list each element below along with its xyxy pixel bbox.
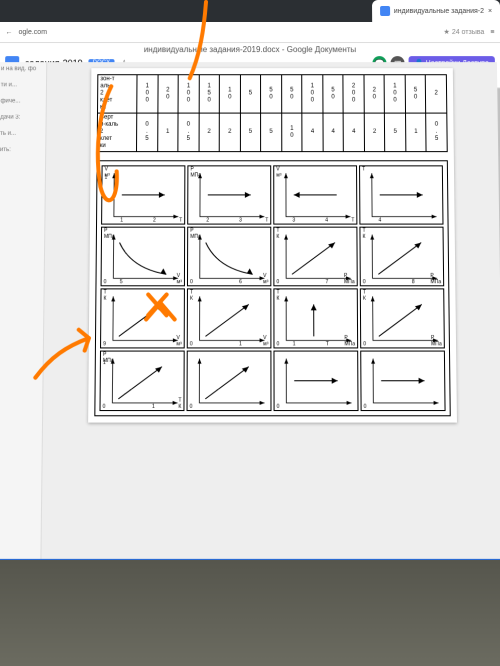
screen: индивидуальные задания-2 × ← ogle.com ★2…: [0, 0, 500, 578]
plot-cell: V м³T112: [101, 165, 185, 224]
url-fragment[interactable]: ogle.com: [19, 29, 438, 36]
plot-cell: T КP МПа07: [273, 227, 357, 287]
outline-item[interactable]: ить:: [0, 147, 43, 153]
plot-cell: V м³T34: [273, 165, 357, 224]
plot-cell: P МПаT23: [187, 165, 271, 224]
plot-cell: P МПаT К101: [99, 351, 184, 412]
plot-cell: P МПаV м³06: [187, 227, 271, 287]
browser-tabstrip: индивидуальные задания-2 ×: [0, 0, 500, 22]
row-label: Верт и-каль 2 клет ки: [97, 113, 137, 152]
plot-cell: P МПаV м³05: [101, 227, 186, 287]
plot-cell: T КP МПа0: [360, 288, 445, 348]
row-label: зон-т аль 2 клет ки: [98, 75, 138, 113]
plot-cell: 0: [187, 351, 272, 412]
plot-cell: T КV м³9: [100, 288, 185, 348]
plot-cell: 0: [273, 351, 358, 412]
table-row: Верт и-каль 2 клет ки 0 . 51 0 . 52 25 5…: [97, 113, 447, 152]
plot-cell: T4: [359, 165, 443, 224]
page: зон-т аль 2 клет ки 1 0 02 0 1 0 01 5 0 …: [88, 68, 457, 422]
close-icon[interactable]: ×: [488, 7, 492, 14]
star-icon: ★: [443, 28, 449, 36]
plot-cell: T КV м³01: [187, 288, 272, 348]
reviews-badge[interactable]: ★24 отзыва: [443, 28, 484, 36]
outline-item[interactable]: ти и...: [1, 82, 44, 88]
outline-item[interactable]: фиче...: [0, 98, 43, 104]
back-icon[interactable]: ←: [5, 29, 12, 36]
data-table: зон-т аль 2 клет ки 1 0 02 0 1 0 01 5 0 …: [97, 74, 448, 152]
plot-cell: 0: [360, 351, 445, 412]
google-docs-favicon: [380, 6, 390, 16]
menu-icon[interactable]: ≡: [490, 29, 494, 36]
physical-desk: [0, 560, 500, 666]
outline-panel: и на вид. фо ти и... фиче... дачи 3: ть …: [0, 62, 47, 559]
outline-item[interactable]: и на вид. фо: [1, 66, 44, 72]
plot-cell: T КP МПа01T: [273, 288, 358, 348]
table-row: зон-т аль 2 клет ки 1 0 02 0 1 0 01 5 0 …: [98, 75, 447, 113]
tab-title: индивидуальные задания-2: [394, 7, 484, 14]
window-title: индивидуальные задания-2019.docx - Googl…: [0, 43, 500, 54]
plot-grid: V м³T112P МПаT23V м³T34T4P МПаV м³05P МП…: [94, 160, 450, 416]
browser-tab-active[interactable]: индивидуальные задания-2 ×: [372, 0, 500, 22]
browser-toolbar: ← ogle.com ★24 отзыва ≡: [0, 22, 500, 43]
plot-cell: T КP МПа08: [359, 227, 444, 287]
outline-item[interactable]: дачи 3:: [0, 115, 43, 121]
outline-item[interactable]: ть и...: [0, 131, 43, 137]
document-canvas[interactable]: зон-т аль 2 клет ки 1 0 02 0 1 0 01 5 0 …: [41, 62, 500, 559]
